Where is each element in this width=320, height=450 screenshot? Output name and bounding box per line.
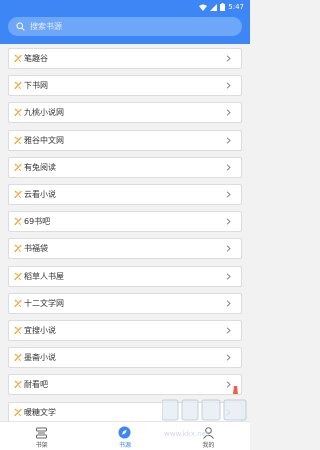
source-label: 书福袋 (24, 244, 48, 254)
chevron-right-icon (225, 218, 232, 225)
source-icon (14, 353, 23, 362)
signal-icon (210, 3, 218, 11)
profile-icon (202, 426, 215, 439)
source-label: 69书吧 (24, 217, 51, 227)
source-icon (14, 190, 23, 199)
source-item[interactable]: 云看小说 (8, 184, 242, 205)
source-label: 宜搜小说 (24, 326, 56, 335)
source-icon (14, 217, 23, 226)
source-item[interactable]: 暖糖文学 (8, 401, 242, 421)
chevron-right-icon (225, 354, 232, 361)
source-icon (14, 163, 23, 172)
search-box[interactable] (8, 17, 242, 36)
source-label: 笔趣谷 (24, 54, 48, 63)
source-label: 暖糖文学 (24, 407, 56, 417)
source-item[interactable]: 笔趣谷 (8, 48, 242, 69)
search-input[interactable] (30, 22, 230, 31)
status-bar: 5:47 (199, 2, 244, 12)
source-icon (14, 108, 23, 117)
source-item[interactable]: 墨斋小说 (8, 347, 242, 369)
source-label: 下书网 (24, 81, 48, 91)
source-label: 稻草人书屋 (24, 271, 64, 281)
wifi-icon (199, 4, 208, 11)
nav-bookshelf[interactable]: 书架 (0, 422, 83, 450)
nav-bookshelf-label: 书架 (35, 442, 48, 449)
chevron-right-icon (225, 273, 232, 280)
chevron-right-icon (225, 327, 232, 334)
source-label: 墨斋小说 (24, 353, 56, 363)
source-label: 九桃小说网 (24, 108, 64, 118)
chevron-right-icon (225, 164, 232, 171)
source-label: 云看小说 (24, 190, 56, 199)
source-icon (14, 299, 23, 308)
nav-sources-label: 书源 (118, 442, 131, 449)
source-item[interactable]: 耐看吧 (8, 374, 242, 396)
source-list: 笔趣谷下书网九桃小说网雅谷中文网有兔阅读云看小说 69书吧书福袋稻草人书屋十二文学… (0, 44, 250, 421)
source-label: 有兔阅读 (24, 162, 56, 172)
top-header: 5:47 (0, 0, 250, 44)
compass-icon (118, 426, 131, 439)
source-icon (14, 272, 23, 281)
source-item[interactable]: 书福袋 (8, 238, 242, 260)
bookshelf-icon (35, 426, 48, 439)
chevron-right-icon (225, 409, 232, 416)
source-label: 雅谷中文网 (24, 135, 64, 145)
source-item[interactable]: 九桃小说网 (8, 102, 242, 124)
source-item[interactable]: 稻草人书屋 (8, 265, 242, 287)
chevron-right-icon (225, 300, 232, 307)
chevron-right-icon (225, 245, 232, 252)
source-item[interactable]: 雅谷中文网 (8, 129, 242, 151)
source-icon (14, 81, 23, 90)
source-icon (14, 54, 23, 63)
source-icon (14, 244, 23, 253)
source-icon (14, 136, 23, 145)
battery-icon (220, 3, 226, 11)
chevron-right-icon (225, 82, 232, 89)
chevron-right-icon (225, 137, 232, 144)
nav-profile-label: 我的 (202, 442, 215, 449)
nav-sources[interactable]: 书源 (83, 422, 166, 450)
source-item[interactable]: 宜搜小说 (8, 320, 242, 341)
source-icon (14, 380, 23, 389)
source-label: 十二文学网 (24, 298, 64, 308)
source-item[interactable]: 十二文学网 (8, 292, 242, 314)
nav-profile[interactable]: 我的 (167, 422, 250, 450)
bottom-nav: 书架 书源 我的 (0, 421, 250, 450)
source-item[interactable]: 有兔阅读 (8, 156, 242, 178)
status-time: 5:47 (228, 3, 244, 11)
chevron-right-icon (225, 381, 232, 388)
app-screen: 5:47 笔趣谷下书网九桃小说网雅谷中文网有兔阅读云看小说 69书吧书福袋稻草人书… (0, 0, 250, 450)
source-label: 耐看吧 (24, 380, 48, 390)
source-item[interactable]: 69书吧 (8, 211, 242, 233)
chevron-right-icon (225, 109, 232, 116)
source-icon (14, 326, 23, 335)
chevron-right-icon (225, 191, 232, 198)
chevron-right-icon (225, 55, 232, 62)
source-icon (14, 408, 23, 417)
source-item[interactable]: 下书网 (8, 75, 242, 97)
search-icon (16, 22, 25, 31)
